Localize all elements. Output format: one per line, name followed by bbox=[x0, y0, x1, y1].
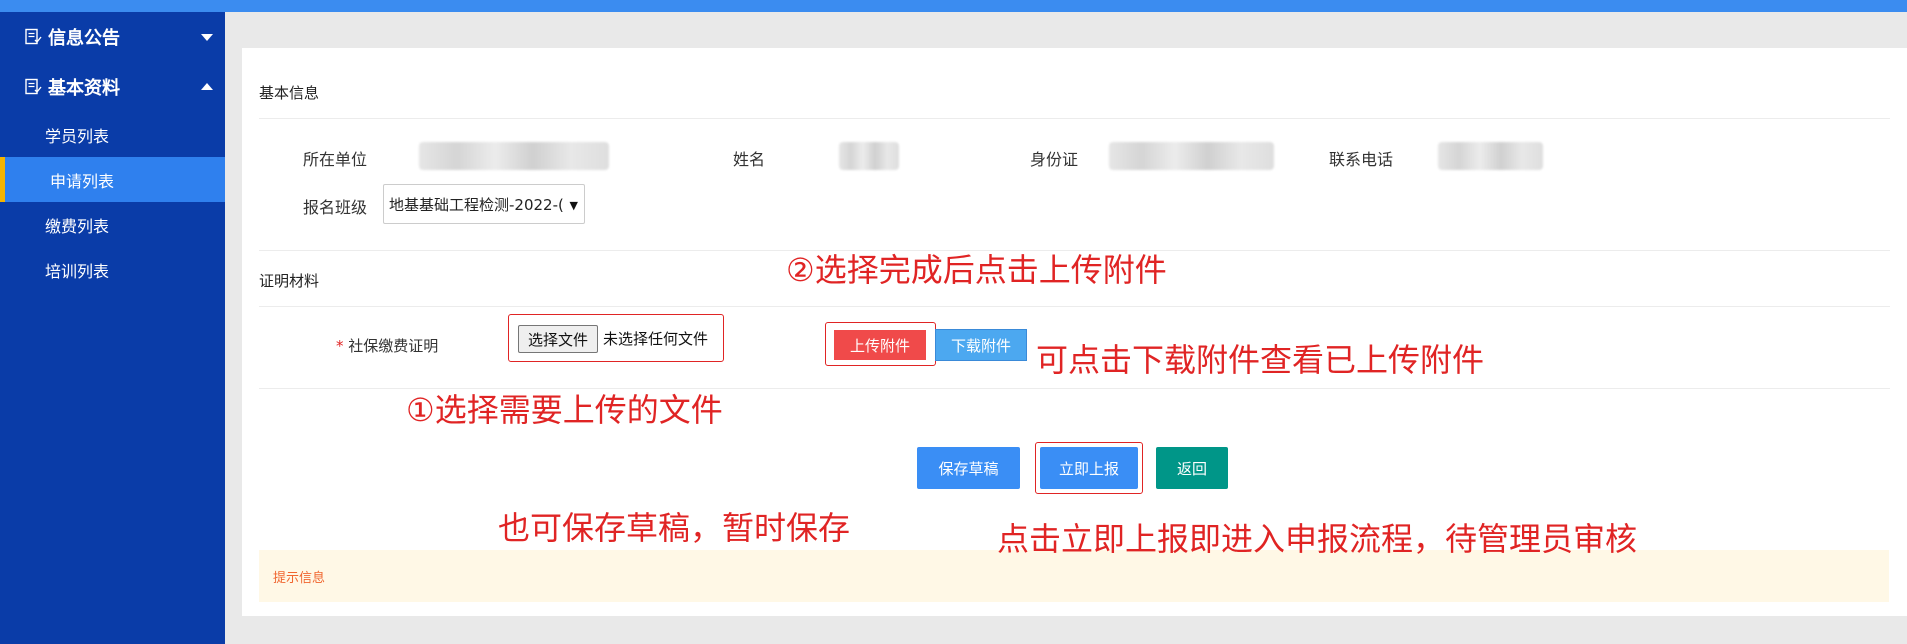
sidebar-item-payments[interactable]: 缴费列表 bbox=[0, 202, 225, 247]
download-attachment-button[interactable]: 下载附件 bbox=[935, 329, 1027, 361]
document-icon bbox=[24, 78, 42, 96]
sidebar-item-trainings[interactable]: 培训列表 bbox=[0, 247, 225, 292]
save-draft-button[interactable]: 保存草稿 bbox=[917, 447, 1020, 489]
document-icon bbox=[24, 28, 42, 46]
unit-value-redacted bbox=[419, 142, 609, 170]
top-bar bbox=[0, 0, 1907, 12]
annotation-step1: ①选择需要上传的文件 bbox=[406, 391, 723, 429]
submit-now-button[interactable]: 立即上报 bbox=[1040, 447, 1138, 489]
unit-label: 所在单位 bbox=[303, 150, 368, 169]
phone-value-redacted bbox=[1438, 142, 1543, 170]
name-value-redacted bbox=[839, 142, 899, 170]
divider bbox=[259, 306, 1890, 307]
divider bbox=[259, 118, 1890, 119]
sidebar-group-label: 信息公告 bbox=[48, 28, 120, 49]
chevron-up-icon bbox=[201, 83, 213, 90]
sidebar-group-announcements[interactable]: 信息公告 bbox=[0, 12, 225, 62]
dropdown-arrow-icon: ▼ bbox=[569, 199, 578, 212]
sidebar-group-label: 基本资料 bbox=[48, 78, 120, 99]
social-proof-text: 社保缴费证明 bbox=[348, 337, 439, 355]
social-proof-label: * 社保缴费证明 bbox=[336, 335, 438, 356]
upload-attachment-button[interactable]: 上传附件 bbox=[834, 330, 926, 360]
annotation-save-tip: 也可保存草稿，暂时保存 bbox=[498, 509, 851, 547]
sidebar-item-label: 学员列表 bbox=[45, 126, 110, 146]
back-button[interactable]: 返回 bbox=[1156, 447, 1228, 489]
sidebar-item-label: 培训列表 bbox=[45, 261, 110, 281]
annotation-step2: ②选择完成后点击上传附件 bbox=[786, 251, 1167, 289]
class-select[interactable]: 地基基础工程检测-2022-( ▼ bbox=[383, 184, 585, 224]
class-label: 报名班级 bbox=[303, 198, 368, 217]
basic-info-title: 基本信息 bbox=[259, 84, 320, 102]
phone-label: 联系电话 bbox=[1329, 150, 1394, 169]
sidebar-item-label: 缴费列表 bbox=[45, 216, 110, 236]
no-file-text: 未选择任何文件 bbox=[603, 330, 709, 348]
name-label: 姓名 bbox=[733, 150, 766, 169]
sidebar: 信息公告 基本资料 学员列表 申请列表 缴费列表 培训列表 bbox=[0, 12, 225, 644]
choose-file-button[interactable]: 选择文件 bbox=[518, 325, 598, 353]
annotation-download-tip: 可点击下载附件查看已上传附件 bbox=[1036, 341, 1485, 379]
hint-text: 提示信息 bbox=[273, 570, 326, 586]
annotation-submit-tip: 点击立即上报即进入申报流程，待管理员审核 bbox=[997, 520, 1638, 558]
sidebar-item-label: 申请列表 bbox=[50, 171, 115, 191]
chevron-down-icon bbox=[201, 34, 213, 41]
materials-title: 证明材料 bbox=[259, 272, 320, 290]
required-mark: * bbox=[336, 337, 344, 355]
id-label: 身份证 bbox=[1030, 150, 1079, 169]
sidebar-item-students[interactable]: 学员列表 bbox=[0, 112, 225, 157]
class-select-value: 地基基础工程检测-2022-( bbox=[389, 195, 564, 214]
sidebar-item-applications[interactable]: 申请列表 bbox=[0, 157, 225, 202]
id-value-redacted bbox=[1109, 142, 1274, 170]
sidebar-group-basic-data[interactable]: 基本资料 bbox=[0, 62, 225, 112]
